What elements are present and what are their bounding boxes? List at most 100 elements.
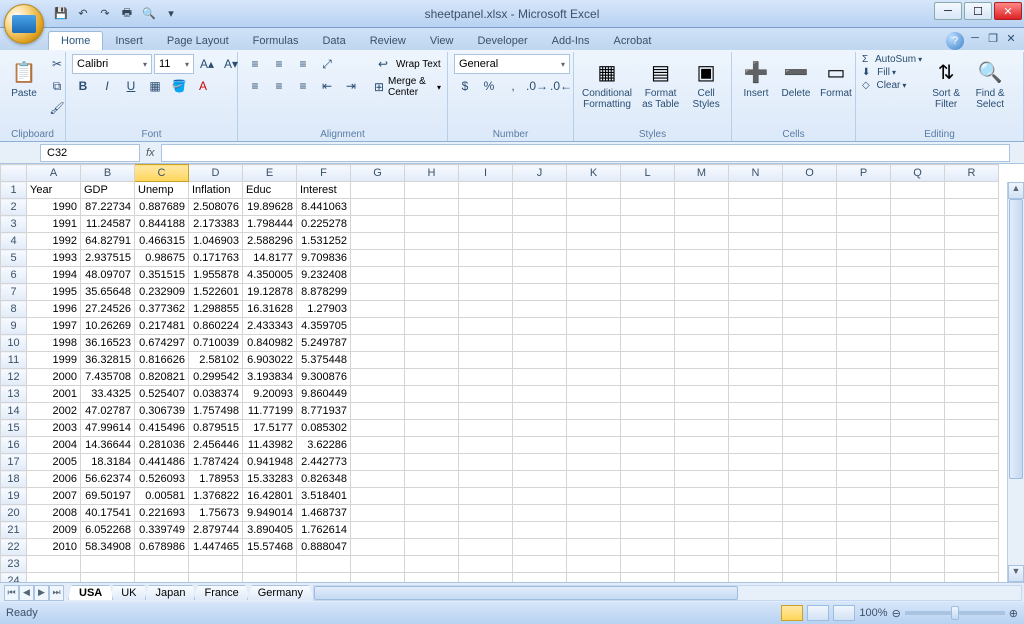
cell-A23[interactable]: [27, 556, 81, 573]
cell-F9[interactable]: 4.359705: [297, 318, 351, 335]
cell-K15[interactable]: [567, 420, 621, 437]
cell-N12[interactable]: [729, 369, 783, 386]
row-header-20[interactable]: 20: [1, 505, 27, 522]
cell-O3[interactable]: [783, 216, 837, 233]
scroll-up-button[interactable]: ▲: [1008, 182, 1024, 199]
sheet-nav-first[interactable]: ⏮: [4, 585, 19, 601]
cell-H22[interactable]: [405, 539, 459, 556]
cell-E3[interactable]: 1.798444: [243, 216, 297, 233]
cell-J19[interactable]: [513, 488, 567, 505]
row-header-7[interactable]: 7: [1, 284, 27, 301]
zoom-level[interactable]: 100%: [859, 607, 887, 619]
qat-redo-icon[interactable]: ↷: [96, 5, 114, 23]
cell-O22[interactable]: [783, 539, 837, 556]
cell-Q6[interactable]: [891, 267, 945, 284]
qat-undo-icon[interactable]: ↶: [74, 5, 92, 23]
cell-I4[interactable]: [459, 233, 513, 250]
cell-K18[interactable]: [567, 471, 621, 488]
cell-R12[interactable]: [945, 369, 999, 386]
cell-A8[interactable]: 1996: [27, 301, 81, 318]
cell-A14[interactable]: 2002: [27, 403, 81, 420]
cell-D5[interactable]: 0.171763: [189, 250, 243, 267]
cell-Q9[interactable]: [891, 318, 945, 335]
cell-I22[interactable]: [459, 539, 513, 556]
cell-P15[interactable]: [837, 420, 891, 437]
col-header-C[interactable]: C: [135, 165, 189, 182]
cell-M12[interactable]: [675, 369, 729, 386]
cell-H3[interactable]: [405, 216, 459, 233]
cell-I1[interactable]: [459, 182, 513, 199]
cell-N6[interactable]: [729, 267, 783, 284]
cell-L16[interactable]: [621, 437, 675, 454]
cell-M21[interactable]: [675, 522, 729, 539]
sheet-tab-usa[interactable]: USA: [68, 585, 113, 600]
cell-E23[interactable]: [243, 556, 297, 573]
cell-G6[interactable]: [351, 267, 405, 284]
sheet-tab-uk[interactable]: UK: [110, 585, 147, 600]
cell-L4[interactable]: [621, 233, 675, 250]
cell-Q2[interactable]: [891, 199, 945, 216]
cell-O5[interactable]: [783, 250, 837, 267]
cell-B11[interactable]: 36.32815: [81, 352, 135, 369]
name-box[interactable]: C32: [40, 144, 140, 162]
cell-G1[interactable]: [351, 182, 405, 199]
cell-H2[interactable]: [405, 199, 459, 216]
autosum-button[interactable]: Σ AutoSum▾: [862, 54, 922, 65]
cell-R17[interactable]: [945, 454, 999, 471]
cell-K6[interactable]: [567, 267, 621, 284]
bold-button[interactable]: B: [72, 76, 94, 96]
col-header-N[interactable]: N: [729, 165, 783, 182]
cell-L10[interactable]: [621, 335, 675, 352]
cell-A13[interactable]: 2001: [27, 386, 81, 403]
cell-Q18[interactable]: [891, 471, 945, 488]
cell-C21[interactable]: 0.339749: [135, 522, 189, 539]
cell-C1[interactable]: Unemp: [135, 182, 189, 199]
cell-D22[interactable]: 1.447465: [189, 539, 243, 556]
row-header-19[interactable]: 19: [1, 488, 27, 505]
cell-P6[interactable]: [837, 267, 891, 284]
help-icon[interactable]: ?: [946, 32, 964, 50]
cell-O13[interactable]: [783, 386, 837, 403]
cell-D16[interactable]: 2.456446: [189, 437, 243, 454]
cell-E6[interactable]: 4.350005: [243, 267, 297, 284]
cell-F15[interactable]: 0.085302: [297, 420, 351, 437]
cell-F23[interactable]: [297, 556, 351, 573]
increase-decimal-button[interactable]: .0→: [526, 76, 548, 96]
cell-A4[interactable]: 1992: [27, 233, 81, 250]
cell-F4[interactable]: 1.531252: [297, 233, 351, 250]
cell-A1[interactable]: Year: [27, 182, 81, 199]
orientation-button[interactable]: ⤢: [316, 54, 338, 74]
cell-P7[interactable]: [837, 284, 891, 301]
cell-B23[interactable]: [81, 556, 135, 573]
cell-E16[interactable]: 11.43982: [243, 437, 297, 454]
cell-C5[interactable]: 0.98675: [135, 250, 189, 267]
cell-A22[interactable]: 2010: [27, 539, 81, 556]
cell-M8[interactable]: [675, 301, 729, 318]
cell-N5[interactable]: [729, 250, 783, 267]
cell-O19[interactable]: [783, 488, 837, 505]
cell-A15[interactable]: 2003: [27, 420, 81, 437]
cell-A20[interactable]: 2008: [27, 505, 81, 522]
cell-D9[interactable]: 0.860224: [189, 318, 243, 335]
cell-Q11[interactable]: [891, 352, 945, 369]
cell-M20[interactable]: [675, 505, 729, 522]
cell-A9[interactable]: 1997: [27, 318, 81, 335]
tab-review[interactable]: Review: [358, 32, 418, 50]
cell-F22[interactable]: 0.888047: [297, 539, 351, 556]
cell-I14[interactable]: [459, 403, 513, 420]
select-all-corner[interactable]: [1, 165, 27, 182]
cell-O11[interactable]: [783, 352, 837, 369]
row-header-22[interactable]: 22: [1, 539, 27, 556]
cell-styles-button[interactable]: ▣Cell Styles: [687, 54, 725, 112]
cell-J20[interactable]: [513, 505, 567, 522]
cell-G22[interactable]: [351, 539, 405, 556]
cell-Q19[interactable]: [891, 488, 945, 505]
cell-Q5[interactable]: [891, 250, 945, 267]
cell-I12[interactable]: [459, 369, 513, 386]
cell-B18[interactable]: 56.62374: [81, 471, 135, 488]
row-header-21[interactable]: 21: [1, 522, 27, 539]
cell-J7[interactable]: [513, 284, 567, 301]
cell-C13[interactable]: 0.525407: [135, 386, 189, 403]
cell-I15[interactable]: [459, 420, 513, 437]
cell-N14[interactable]: [729, 403, 783, 420]
